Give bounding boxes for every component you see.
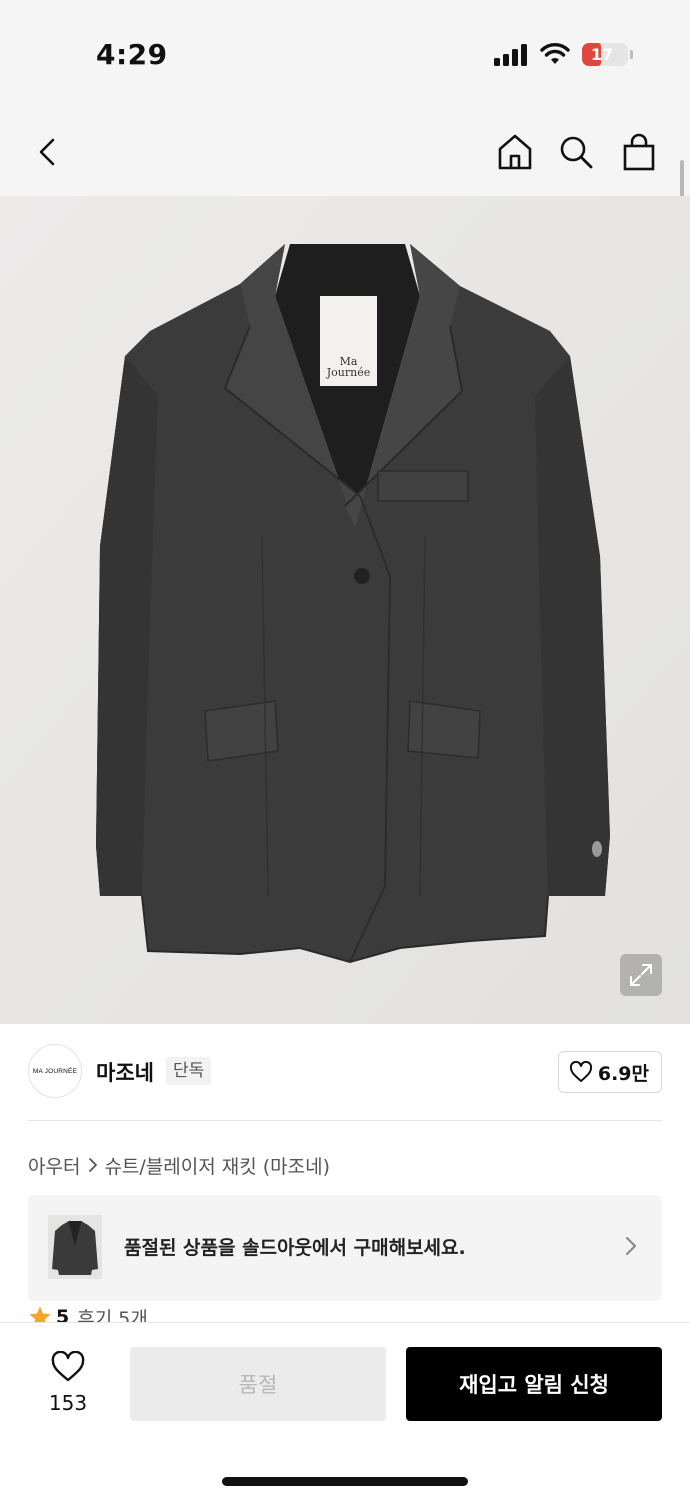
chevron-left-icon	[39, 138, 55, 166]
chevron-right-icon	[624, 1235, 638, 1261]
wishlist-count: 153	[48, 1391, 88, 1415]
back-button[interactable]	[26, 130, 70, 174]
product-image[interactable]: Ma Journée	[0, 196, 690, 1024]
bottom-action-bar: 153 품절 재입고 알림 신청	[0, 1322, 690, 1500]
home-button[interactable]	[493, 130, 537, 174]
breadcrumb-product[interactable]: 슈트/블레이저 재킷 (마조네)	[104, 1152, 330, 1179]
banner-thumbnail	[48, 1215, 102, 1279]
battery-percent: 17	[590, 45, 614, 64]
exclusive-badge: 단독	[166, 1057, 212, 1085]
search-button[interactable]	[554, 130, 598, 174]
shopping-bag-icon	[623, 133, 655, 171]
heart-icon	[51, 1351, 85, 1382]
garment-label-line2: Journée	[326, 366, 371, 379]
blazer-illustration	[0, 196, 690, 1024]
soldout-banner[interactable]: 품절된 상품을 솔드아웃에서 구매해보세요.	[28, 1195, 662, 1301]
chevron-right-icon	[88, 1157, 98, 1173]
garment-label: Ma Journée	[320, 356, 377, 378]
home-indicator[interactable]	[222, 1477, 468, 1486]
expand-icon	[630, 964, 652, 986]
battery-icon: 17	[582, 43, 628, 66]
brand-like-button[interactable]: 6.9만	[557, 1051, 662, 1093]
search-icon	[560, 136, 593, 169]
banner-text: 품절된 상품을 솔드아웃에서 구매해보세요.	[124, 1237, 466, 1259]
expand-image-button[interactable]	[620, 954, 662, 996]
heart-icon	[569, 1061, 592, 1082]
top-navigation	[0, 110, 690, 196]
breadcrumb: 아우터 슈트/블레이저 재킷 (마조네)	[28, 1150, 330, 1180]
breadcrumb-category[interactable]: 아우터	[28, 1152, 80, 1179]
brand-like-count: 6.9만	[597, 1062, 649, 1085]
battery-cap	[630, 50, 633, 59]
wishlist-button[interactable]: 153	[28, 1347, 108, 1423]
cellular-signal-icon	[494, 44, 528, 66]
home-icon	[498, 134, 532, 170]
restock-alert-button[interactable]: 재입고 알림 신청	[406, 1347, 662, 1421]
wifi-icon	[540, 42, 570, 66]
soldout-button: 품절	[130, 1347, 386, 1421]
status-bar: 4:29 17	[0, 0, 690, 110]
brand-name[interactable]: 마조네	[96, 1057, 154, 1087]
brand-logo[interactable]: MA JOURNÉE	[28, 1044, 82, 1098]
status-time: 4:29	[96, 38, 168, 71]
brand-row: MA JOURNÉE 마조네 단독 6.9만	[28, 1044, 662, 1100]
divider	[28, 1120, 662, 1121]
cart-button[interactable]	[617, 130, 661, 174]
